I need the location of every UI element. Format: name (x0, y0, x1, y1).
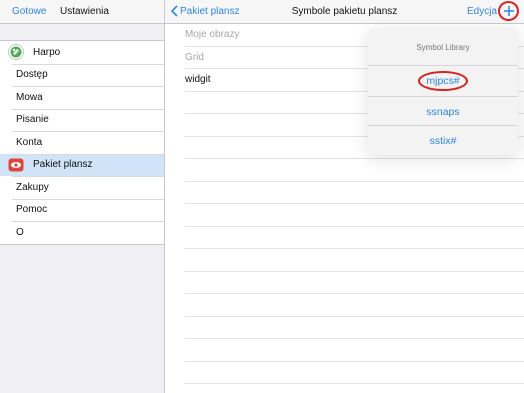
sidebar-item-label: Pakiet plansz (33, 159, 93, 171)
sidebar-item-speech[interactable]: Mowa (0, 86, 164, 109)
sidebar-title: Ustawienia (60, 6, 109, 17)
empty-row (185, 249, 524, 272)
empty-row (185, 227, 524, 249)
settings-menu: Harpo Dostęp Mowa Pisanie Konta Pakiet p… (0, 40, 164, 245)
sidebar-item-label: Zakupy (16, 181, 49, 193)
sidebar-navbar: Gotowe Ustawienia (0, 0, 164, 24)
symbol-pack-icon (8, 157, 24, 173)
library-option-label: ssnaps (426, 105, 460, 118)
sidebar-item-label: Pomoc (16, 204, 48, 216)
library-option-ssnaps[interactable]: ssnaps (368, 95, 518, 126)
done-button[interactable]: Gotowe (12, 6, 46, 17)
settings-sidebar: Gotowe Ustawienia Harpo Dostęp Mowa Pisa… (0, 0, 165, 393)
sidebar-item-help[interactable]: Pomoc (0, 198, 164, 222)
library-option-mjpcs[interactable]: mjpcs# (368, 66, 518, 96)
plus-icon (503, 6, 514, 16)
sidebar-item-label: Dostęp (16, 69, 48, 81)
empty-row (185, 204, 524, 227)
empty-row (185, 182, 524, 204)
empty-row (185, 362, 524, 384)
library-option-label: sstix# (429, 135, 457, 147)
add-button[interactable] (498, 1, 519, 21)
popover-title: Symbol Library (368, 28, 518, 66)
edit-button[interactable]: Edycja (467, 6, 497, 17)
sidebar-item-about[interactable]: O (0, 221, 164, 244)
sidebar-item-label: O (16, 226, 24, 238)
sidebar-item-label: Mowa (16, 91, 43, 103)
sidebar-item-harpo[interactable]: Harpo (0, 41, 164, 64)
sidebar-item-purchases[interactable]: Zakupy (0, 176, 164, 199)
empty-row (185, 294, 524, 317)
empty-row (185, 272, 524, 294)
empty-row (185, 159, 524, 182)
empty-row (185, 339, 524, 362)
sidebar-item-typing[interactable]: Pisanie (0, 108, 164, 132)
library-option-sstix[interactable]: sstix# (368, 125, 518, 155)
detail-navbar: Pakiet plansz Symbole pakietu plansz Edy… (165, 0, 524, 24)
sidebar-item-label: Konta (16, 136, 43, 148)
sidebar-item-label: Harpo (33, 46, 61, 58)
sidebar-item-label: Pisanie (16, 114, 49, 126)
harpo-logo-icon (8, 44, 24, 61)
sidebar-item-accounts[interactable]: Konta (0, 131, 164, 154)
empty-row (185, 317, 524, 339)
library-option-label: mjpcs# (418, 71, 468, 91)
sidebar-item-access[interactable]: Dostęp (0, 63, 164, 87)
symbol-library-popover: Symbol Library mjpcs# ssnaps sstix# (368, 28, 518, 155)
sidebar-item-board-pack[interactable]: Pakiet plansz (0, 153, 164, 176)
